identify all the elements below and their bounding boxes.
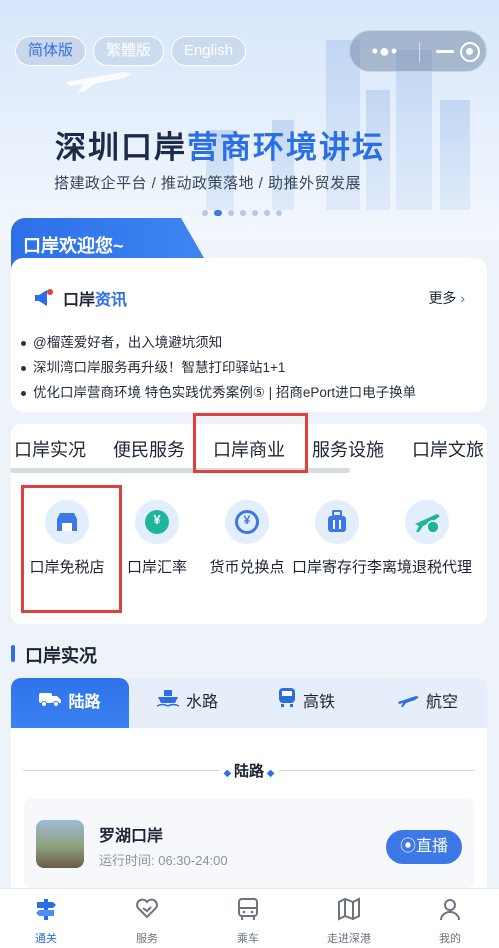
highlight-box-duty-free [21,485,122,613]
heart-hand-icon [135,897,159,921]
live-stream-button[interactable]: ⦿直播 [386,830,462,864]
port-hours: 运行时间: 06:30-24:00 [99,853,228,868]
megaphone-icon [33,289,53,307]
nav-mine[interactable]: 我的 [410,897,490,946]
train-icon [278,678,296,728]
minimize-icon[interactable] [436,50,454,53]
port-name: 罗湖口岸 [99,828,164,845]
bus-icon [236,897,260,921]
exchange-rate-icon: ¥ [135,500,179,544]
airplane-icon [66,72,132,92]
news-item[interactable]: @榴莲爱好者，出入境避坑须知 [19,330,479,355]
port-thumbnail [36,820,84,868]
tab-high-speed-rail[interactable]: 高铁 [278,678,335,728]
tax-refund-icon [405,500,449,544]
chevron-right-icon: › [456,290,465,306]
carousel-indicator [202,210,282,216]
user-icon [438,897,462,921]
lang-simplified-button[interactable]: 简体版 [15,36,86,66]
nav-services[interactable]: 服务 [107,897,187,946]
news-item[interactable]: 优化口岸营商环境 特色实践优秀案例⑤ | 招商ePort进口电子换单 [19,380,479,405]
banner-title: 深圳口岸营商环境讲坛 [55,130,385,165]
nav-ride[interactable]: 乘车 [208,897,288,946]
service-exchange-rate[interactable]: ¥ 口岸汇率 [112,500,202,578]
lang-english-button[interactable]: English [171,36,246,66]
lang-traditional-button[interactable]: 繁體版 [93,36,164,66]
ship-icon [156,678,180,728]
welcome-label: 口岸欢迎您~ [23,236,124,256]
highlight-box-commerce-tab [193,413,308,473]
currency-exchange-icon: ¥ [225,500,269,544]
tab-port-status[interactable]: 口岸实况 [14,436,86,462]
tab-service-facilities[interactable]: 服务设施 [312,436,384,462]
service-luggage-storage[interactable]: 口岸寄存行李 [292,500,382,578]
port-status-panel: ◆ 陆路 ◆ 罗湖口岸 运行时间: 06:30-24:00 ⦿直播 [11,728,487,888]
bottom-nav: 通关 服务 乘车 走进深港 我的 [0,888,499,948]
transport-mode-tabs: 陆路 水路 高铁 航空 [11,678,487,728]
nav-explore-shenzhen-hk[interactable]: 走进深港 [309,897,389,946]
more-options-icon[interactable]: •●• [364,39,406,63]
news-list: @榴莲爱好者，出入境避坑须知 深圳湾口岸服务再升级！智慧打印驿站1+1 优化口岸… [19,330,479,405]
port-card-luohu[interactable]: 罗湖口岸 运行时间: 06:30-24:00 ⦿直播 [24,798,474,888]
service-tax-refund[interactable]: 离境退税代理 [382,500,472,578]
tab-water[interactable]: 水路 [156,678,218,728]
signpost-icon [34,897,58,921]
nav-clearance[interactable]: 通关 [6,897,86,946]
close-miniprogram-icon[interactable] [460,42,480,62]
tab-port-culture-travel[interactable]: 口岸文旅 [412,436,484,462]
map-icon [337,897,361,921]
section-title-port-status: 口岸实况 [11,642,97,668]
tab-aviation[interactable]: 航空 [397,678,458,728]
service-currency-exchange[interactable]: ¥ 货币兑换点 [202,500,292,578]
truck-icon [39,678,62,728]
news-card: 口岸资讯 更多 › @榴莲爱好者，出入境避坑须知 深圳湾口岸服务再升级！智慧打印… [11,258,487,412]
news-item[interactable]: 深圳湾口岸服务再升级！智慧打印驿站1+1 [19,355,479,380]
news-header: 口岸资讯 [33,286,127,310]
tab-land[interactable]: 陆路 [11,678,129,728]
banner-subtitle: 搭建政企平台 / 推动政策落地 / 助推外贸发展 [54,175,362,192]
miniprogram-capsule: •●• [349,30,487,72]
panel-heading: ◆ 陆路 ◆ [11,760,487,780]
tab-convenience-services[interactable]: 便民服务 [113,436,185,462]
plane-icon [397,678,419,728]
location-pin-icon: ⦿ [399,838,416,855]
luggage-icon [315,500,359,544]
news-more-link[interactable]: 更多 › [428,288,465,308]
